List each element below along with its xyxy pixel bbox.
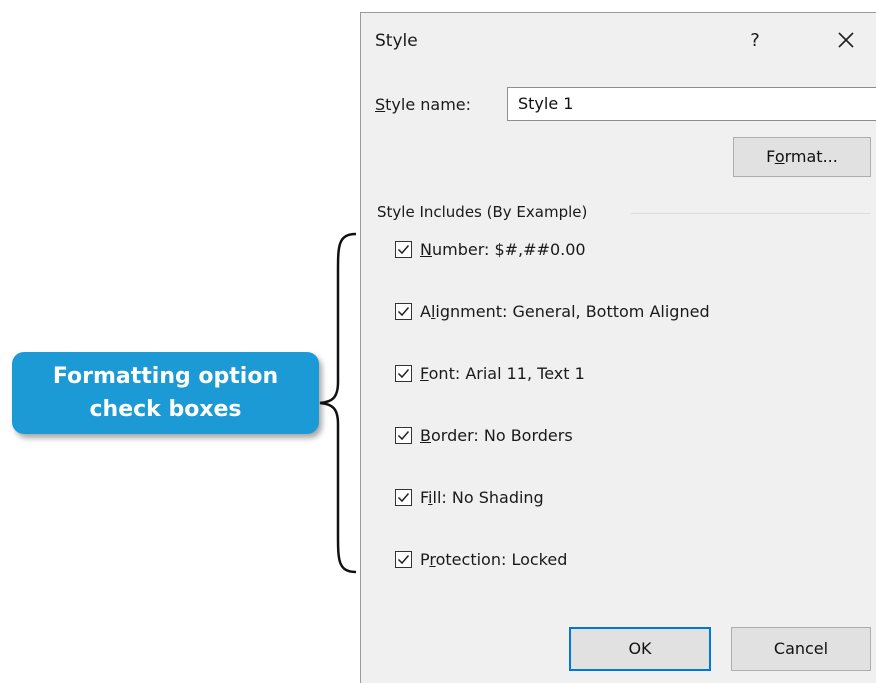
font-option-label: Font: Arial 11, Text 1 <box>420 363 585 383</box>
protection-option[interactable]: Protection: Locked <box>395 547 567 571</box>
number-option-label: Number: $#,##0.00 <box>420 239 586 259</box>
style-dialog: Style ? Style name: Style 1 Format... St… <box>360 12 876 683</box>
checkmark-icon <box>397 554 410 564</box>
curly-brace-icon <box>319 232 357 574</box>
number-checkbox[interactable] <box>395 240 412 258</box>
protection-checkbox[interactable] <box>395 550 412 568</box>
style-name-label: Style name: <box>375 95 472 114</box>
fill-option-label: Fill: No Shading <box>420 487 544 507</box>
callout-line-1: Formatting option <box>52 364 279 389</box>
checkmark-icon <box>397 306 410 316</box>
style-includes-label: Style Includes (By Example) <box>377 203 596 221</box>
font-option[interactable]: Font: Arial 11, Text 1 <box>395 361 585 385</box>
fill-checkbox[interactable] <box>395 488 412 506</box>
border-option[interactable]: Border: No Borders <box>395 423 573 447</box>
checkmark-icon <box>397 244 410 254</box>
cancel-button[interactable]: Cancel <box>731 627 871 671</box>
screenshot-stage: Formatting option check boxes Style ? St… <box>0 0 876 683</box>
number-option[interactable]: Number: $#,##0.00 <box>395 237 586 261</box>
callout-line-2: check boxes <box>89 397 242 422</box>
checkmark-icon <box>397 492 410 502</box>
close-icon <box>838 32 854 48</box>
group-divider <box>631 213 871 214</box>
border-option-label: Border: No Borders <box>420 425 573 445</box>
dialog-titlebar[interactable]: Style ? <box>361 13 876 71</box>
help-button[interactable]: ? <box>741 27 769 55</box>
ok-button[interactable]: OK <box>569 627 711 671</box>
dialog-title: Style <box>375 31 418 51</box>
checkmark-icon <box>397 430 410 440</box>
close-button[interactable] <box>831 27 861 55</box>
font-checkbox[interactable] <box>395 364 412 382</box>
alignment-option[interactable]: Alignment: General, Bottom Aligned <box>395 299 710 323</box>
callout-formatting-options: Formatting option check boxes <box>12 352 319 434</box>
alignment-option-label: Alignment: General, Bottom Aligned <box>420 301 710 321</box>
fill-option[interactable]: Fill: No Shading <box>395 485 544 509</box>
checkmark-icon <box>397 368 410 378</box>
border-checkbox[interactable] <box>395 426 412 444</box>
format-button[interactable]: Format... <box>733 137 871 177</box>
protection-option-label: Protection: Locked <box>420 549 568 569</box>
alignment-checkbox[interactable] <box>395 302 412 320</box>
style-name-input[interactable]: Style 1 <box>507 87 876 121</box>
